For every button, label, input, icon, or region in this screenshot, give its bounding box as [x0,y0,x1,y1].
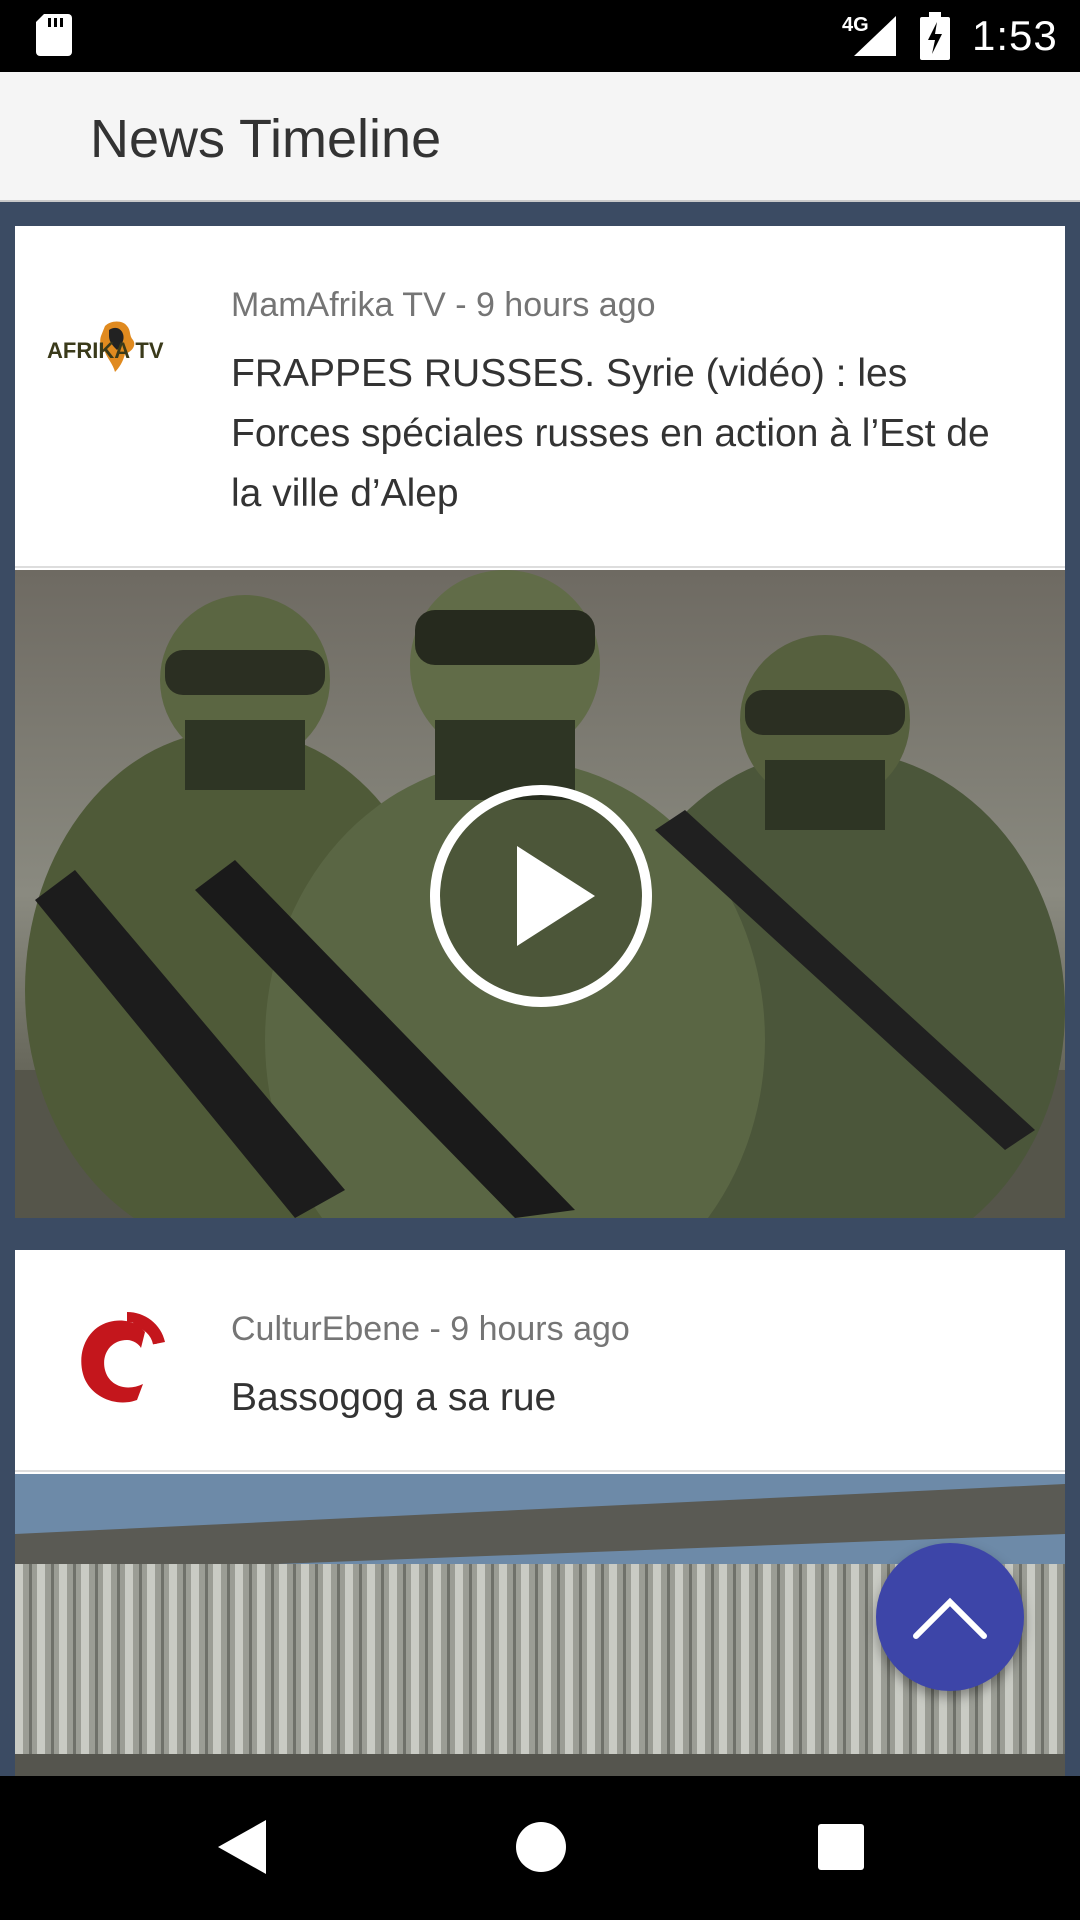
recents-icon[interactable] [816,1822,866,1872]
news-card-header[interactable]: CulturEbene - 9 hours ago Bassogog a sa … [15,1250,1065,1472]
play-button[interactable] [429,784,653,1008]
news-headline[interactable]: Bassogog a sa rue [231,1368,1021,1428]
scroll-to-top-button[interactable] [876,1543,1024,1691]
page-title: News Timeline [90,109,442,169]
status-bar: 4G 1:53 [0,0,1080,72]
screen: 4G 1:53 News Timeline AFRIKA TV MamAfrik… [0,0,1080,1920]
mamafrika-logo-text: AFRIKA TV [47,338,164,363]
sd-card-icon [36,14,72,56]
news-meta: MamAfrika TV - 9 hours ago [231,286,656,324]
navigation-bar [0,1776,1080,1920]
video-thumbnail[interactable] [15,570,1065,1218]
home-icon[interactable] [514,1820,568,1874]
battery-charging-icon [920,12,950,60]
news-card[interactable]: CulturEbene - 9 hours ago Bassogog a sa … [15,1250,1065,1776]
chevron-up-icon [913,1597,987,1639]
news-meta: CulturEbene - 9 hours ago [231,1310,630,1348]
clock: 1:53 [972,12,1058,59]
signal-icon [854,16,896,56]
news-feed[interactable]: AFRIKA TV MamAfrika TV - 9 hours ago FRA… [0,204,1080,1776]
news-card[interactable]: AFRIKA TV MamAfrika TV - 9 hours ago FRA… [15,226,1065,1218]
back-icon[interactable] [214,1818,270,1876]
culturebene-logo [81,1312,165,1403]
news-card-header[interactable]: AFRIKA TV MamAfrika TV - 9 hours ago FRA… [15,226,1065,568]
news-headline[interactable]: FRAPPES RUSSES. Syrie (vidéo) : les Forc… [231,344,1021,524]
mamafrika-logo: AFRIKA TV [47,321,164,372]
app-bar: News Timeline [0,72,1080,202]
